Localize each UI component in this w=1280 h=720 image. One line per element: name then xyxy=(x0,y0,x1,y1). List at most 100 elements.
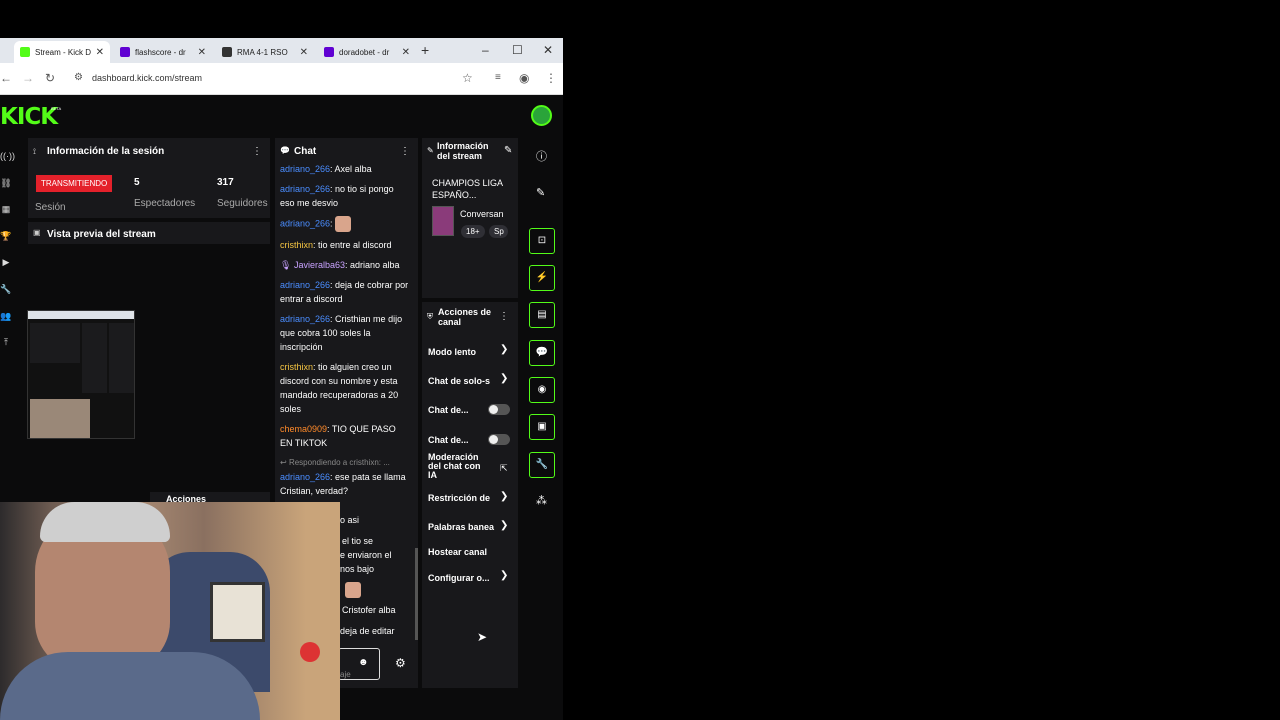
analytics-icon[interactable]: ▦ xyxy=(0,204,12,216)
chat-message: 🎙 Javieralba63: adriano alba xyxy=(280,258,410,272)
chat-username[interactable]: cristhixn xyxy=(280,362,313,372)
chat-settings-gear-icon[interactable]: ⚙ xyxy=(395,656,406,670)
media-icon[interactable]: ▣ xyxy=(529,414,555,440)
chat-icon[interactable]: 💬 xyxy=(529,340,555,366)
more-icon[interactable]: ⁂ xyxy=(536,494,547,507)
close-window-icon[interactable]: ✕ xyxy=(543,43,553,57)
reload-icon[interactable]: ↻ xyxy=(45,71,55,85)
close-tab-icon[interactable]: ✕ xyxy=(300,47,308,58)
chat-username[interactable]: chema0909 xyxy=(280,424,327,434)
close-tab-icon[interactable]: ✕ xyxy=(402,47,410,58)
action-banned-words[interactable]: Palabras banea xyxy=(428,522,496,532)
wrench-quick-icon[interactable]: 🔧 xyxy=(529,452,555,478)
close-tab-icon[interactable]: ✕ xyxy=(198,47,206,58)
chat-message: adriano_266: Axel alba xyxy=(280,162,410,176)
avatar[interactable] xyxy=(531,105,552,126)
followers-count: 317 xyxy=(217,177,234,188)
yahoo-favicon-icon xyxy=(324,47,334,57)
tab-rma[interactable]: RMA 4-1 RSO ✕ xyxy=(216,41,314,63)
chevron-right-icon[interactable]: ❯ xyxy=(500,491,508,502)
chat-partial-line: o asi xyxy=(340,515,360,525)
forward-icon[interactable]: → xyxy=(22,71,34,85)
chat-message-list: adriano_266: Axel alba adriano_266: no t… xyxy=(280,162,410,504)
chat-username[interactable]: adriano_266 xyxy=(280,164,330,174)
action-restriction[interactable]: Restricción de xyxy=(428,493,496,503)
background-frame xyxy=(210,582,265,642)
site-settings-icon[interactable]: ⚙ xyxy=(74,72,83,83)
url-field[interactable]: dashboard.kick.com/stream xyxy=(92,73,202,83)
tab-title: flashscore - dr xyxy=(135,47,186,57)
person-shirt xyxy=(0,652,260,720)
channel-actions-title: Acciones de canal xyxy=(438,307,492,327)
action-host-channel[interactable]: Hostear canal xyxy=(428,547,512,557)
chat-username[interactable]: adriano_266 xyxy=(280,184,330,194)
tab-title: Stream - Kick D xyxy=(35,47,92,57)
minimize-icon[interactable]: – xyxy=(482,43,489,57)
screenshot-icon[interactable]: ⊡ xyxy=(529,228,555,254)
broadcast-icon[interactable]: ((·)) xyxy=(0,151,15,163)
wrench-icon[interactable]: 🔧 xyxy=(0,284,12,296)
chat-username[interactable]: adriano_266 xyxy=(280,218,330,228)
tab-title: doradobet - dr xyxy=(339,47,390,57)
bookmark-star-icon[interactable]: ☆ xyxy=(462,71,473,85)
back-icon[interactable]: ← xyxy=(0,71,12,85)
chat-message: adriano_266: ese pata se llama Cristian,… xyxy=(280,470,410,498)
trophy-icon[interactable]: 🏆 xyxy=(0,231,12,243)
action-configure[interactable]: Configurar o... xyxy=(428,573,496,583)
stream-info-title: Información del stream xyxy=(437,141,489,161)
c-favicon-icon xyxy=(222,47,232,57)
live-badge: TRANSMITIENDO xyxy=(36,175,113,192)
external-link-icon[interactable]: ⇱ xyxy=(500,463,508,474)
stream-preview-thumbnail xyxy=(27,310,135,439)
chat-username[interactable]: Javieralba63 xyxy=(294,260,345,270)
tab-kick-stream[interactable]: Stream - Kick D ✕ xyxy=(14,41,110,63)
profile-icon[interactable]: ◉ xyxy=(519,71,529,85)
chat-menu-icon[interactable]: ⋮ xyxy=(400,146,410,157)
kick-logo[interactable]: KICK xyxy=(0,104,58,130)
stream-info-icon: ✎ xyxy=(427,146,434,155)
stream-title: CHAMPIOS LIGA ESPAÑO... xyxy=(432,178,503,200)
chat-toggle-1[interactable] xyxy=(488,404,510,415)
reply-icon: ↩ xyxy=(280,458,289,467)
video-icon[interactable]: ▶ xyxy=(0,257,12,269)
broadcast-quick-icon[interactable]: ◉ xyxy=(529,377,555,403)
chevron-right-icon[interactable]: ❯ xyxy=(500,344,508,355)
users-icon[interactable]: 👥 xyxy=(0,311,12,323)
edit-pencil-icon[interactable]: ✎ xyxy=(504,145,512,156)
close-tab-icon[interactable]: ✕ xyxy=(96,47,104,58)
chat-username[interactable]: cristhixn xyxy=(280,240,313,250)
tab-doradobet[interactable]: doradobet - dr ✕ xyxy=(318,41,416,63)
chat-message: cristhixn: tio entre al discord xyxy=(280,238,410,252)
chat-username[interactable]: adriano_266 xyxy=(280,280,330,290)
session-menu-icon[interactable]: ⋮ xyxy=(252,146,262,157)
menu-kebab-icon[interactable]: ⋮ xyxy=(545,71,557,85)
mic-badge-icon: 🎙 xyxy=(280,260,294,270)
chevron-right-icon[interactable]: ❯ xyxy=(500,570,508,581)
actions-menu-icon[interactable]: ⋮ xyxy=(499,311,509,322)
chat-scrollbar[interactable] xyxy=(415,548,418,640)
chevron-right-icon[interactable]: ❯ xyxy=(500,373,508,384)
notes-icon[interactable]: ▤ xyxy=(529,302,555,328)
tab-search-icon[interactable]: ≡ xyxy=(495,72,501,83)
upload-icon[interactable]: ⤒ xyxy=(0,337,12,349)
chat-toggle-2[interactable] xyxy=(488,434,510,445)
cat-emote-icon xyxy=(345,582,361,598)
chat-username[interactable]: adriano_266 xyxy=(280,472,330,482)
link-icon[interactable]: ⛓ xyxy=(0,178,12,190)
info-icon[interactable]: ⓘ xyxy=(536,148,547,164)
preview-icon: ▣ xyxy=(33,228,41,237)
action-ai-moderation[interactable]: Moderación del chat con IA xyxy=(428,453,488,480)
chat-text: : xyxy=(330,218,333,229)
edit-icon[interactable]: ✎ xyxy=(536,186,545,199)
new-tab-icon[interactable]: + xyxy=(421,42,429,58)
tab-flashscore[interactable]: flashscore - dr ✕ xyxy=(114,41,212,63)
lightning-icon[interactable]: ⚡ xyxy=(529,265,555,291)
chat-title: Chat xyxy=(294,146,317,157)
action-subscriber-chat[interactable]: Chat de solo-s xyxy=(428,376,496,386)
emoji-icon[interactable]: ☻ xyxy=(358,657,369,668)
maximize-icon[interactable]: ☐ xyxy=(512,43,523,57)
chevron-right-icon[interactable]: ❯ xyxy=(500,520,508,531)
chat-text: : tio entre al discord xyxy=(313,240,392,250)
viewers-count: 5 xyxy=(134,177,140,188)
chat-username[interactable]: adriano_266 xyxy=(280,314,330,324)
